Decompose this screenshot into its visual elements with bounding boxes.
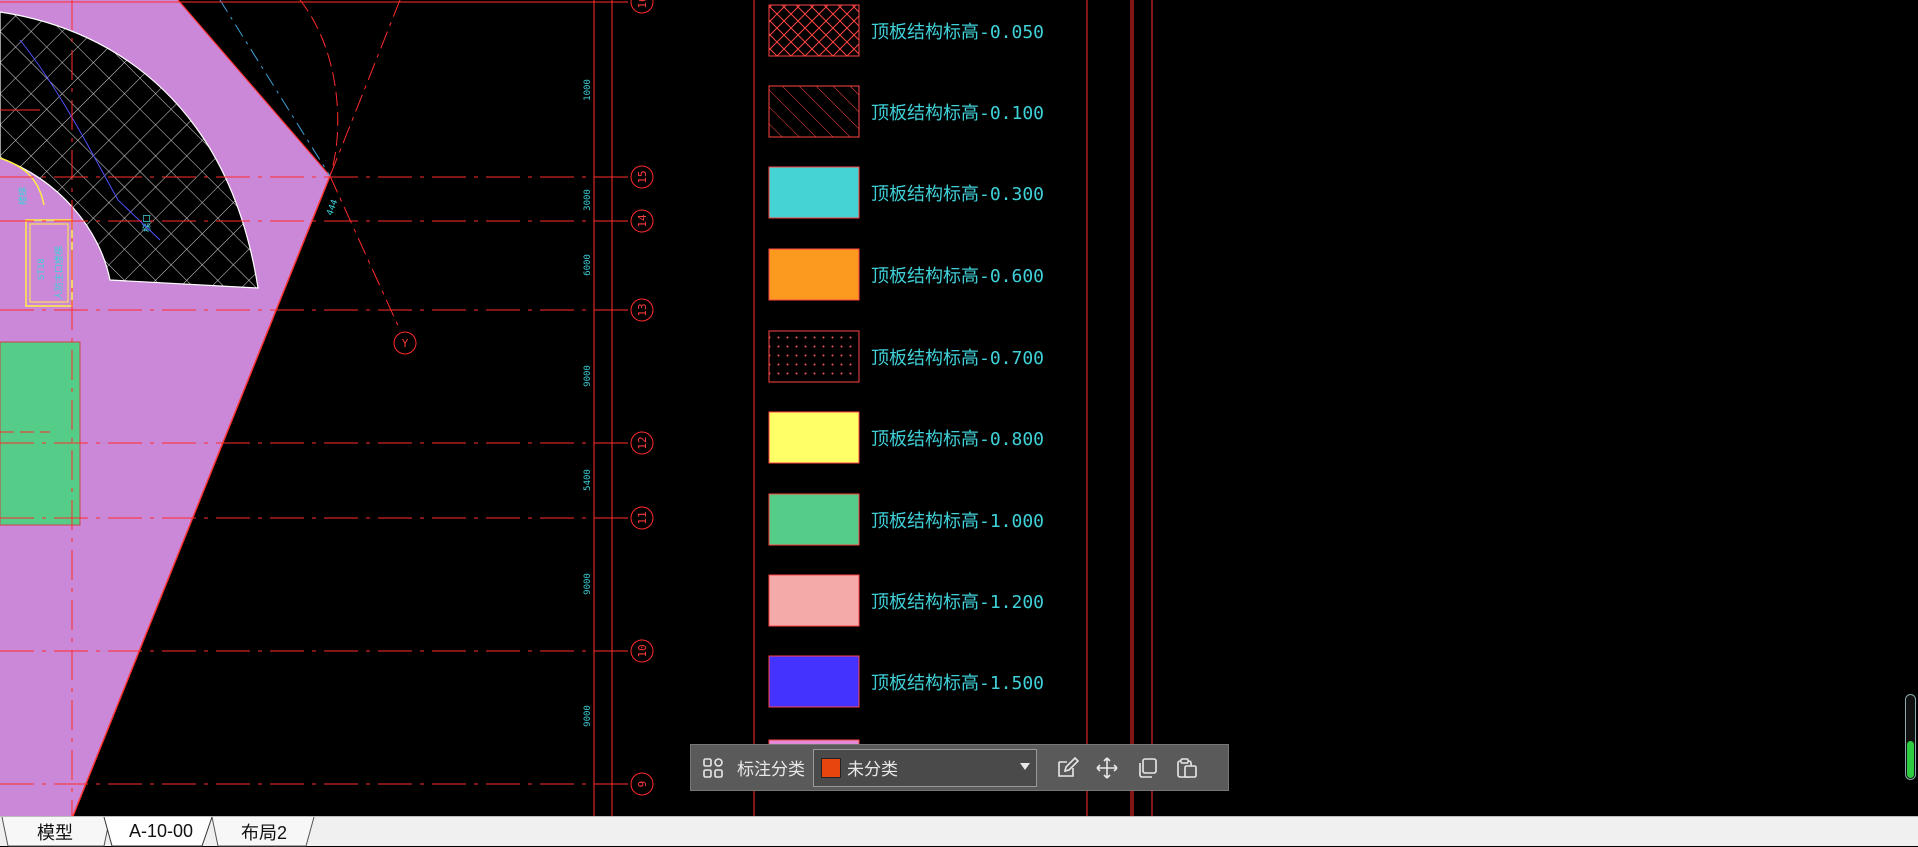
legend-swatch <box>768 330 860 383</box>
axis-bubble-16[interactable]: 16 <box>630 0 654 14</box>
dimension-texts: 1000 3000 6000 9000 5400 9000 9000 <box>583 79 593 727</box>
legend-swatch <box>768 411 860 464</box>
zoom-fill <box>1907 741 1914 778</box>
legend-swatch <box>768 574 860 627</box>
axis-bubble-13[interactable]: 13 <box>630 298 654 322</box>
drawing-canvas[interactable]: ST18 人防主口楼梯 楼梯 梯口 1000 3000 6000 9000 5400 90… <box>0 0 1918 816</box>
stair-note: 人防主口楼梯 <box>53 246 65 300</box>
legend-swatch <box>768 248 860 301</box>
chevron-down-icon <box>1020 762 1030 770</box>
axis-label: 13 <box>636 303 649 316</box>
axis-label: 11 <box>636 511 649 524</box>
legend-item: 顶板结构标高-1.000 <box>768 493 1044 546</box>
legend-item: 顶板结构标高-1.200 <box>768 574 1044 627</box>
stair-tag: ST18 <box>37 258 47 280</box>
legend-item: 顶板结构标高-0.300 <box>768 166 1044 219</box>
axis-bubble-9[interactable]: 9 <box>630 772 654 796</box>
dimension-text: 1000 <box>583 79 593 101</box>
annotation-toolbar: 标注分类 未分类 <box>690 744 1229 791</box>
legend-item: 顶板结构标高-1.500 <box>768 655 1044 708</box>
grid-icon[interactable] <box>695 750 731 786</box>
edit-icon[interactable] <box>1049 750 1085 786</box>
axis-label: 12 <box>636 436 649 449</box>
axis-bubble-10[interactable]: 10 <box>630 639 654 663</box>
copy-icon[interactable] <box>1129 750 1165 786</box>
category-value: 未分类 <box>847 760 898 780</box>
legend-label: 顶板结构标高-0.800 <box>871 429 1044 450</box>
dimension-text: 9000 <box>583 365 593 387</box>
category-color-swatch <box>821 757 841 778</box>
legend-label: 顶板结构标高-0.100 <box>871 103 1044 124</box>
slab-region-green <box>0 341 81 526</box>
paste-icon[interactable] <box>1169 750 1205 786</box>
legend-swatch <box>768 655 860 708</box>
legend-label: 顶板结构标高-1.200 <box>871 592 1044 613</box>
legend-swatch <box>768 166 860 219</box>
axis-bubble-15[interactable]: 15 <box>630 165 654 189</box>
dimension-lines <box>593 0 613 816</box>
dimension-text: 6000 <box>583 254 593 276</box>
legend-item: 顶板结构标高-0.600 <box>768 248 1044 301</box>
legend-label: 顶板结构标高-0.300 <box>871 184 1044 205</box>
zoom-indicator[interactable] <box>1905 694 1916 780</box>
axis-label: 14 <box>636 214 649 228</box>
annotation-category-label: 标注分类 <box>737 760 805 780</box>
legend-item: 顶板结构标高-0.050 <box>768 4 1044 57</box>
axis-label: 10 <box>636 644 649 657</box>
dimension-text: 3000 <box>583 189 593 211</box>
axis-bubble-y[interactable]: Y <box>393 331 417 355</box>
legend-label: 顶板结构标高-1.000 <box>871 511 1044 532</box>
tab-layout2[interactable]: 布局2 <box>228 817 300 846</box>
legend-swatch <box>768 85 860 138</box>
legend-label: 顶板结构标高-0.050 <box>871 22 1044 43</box>
axis-label: Y <box>402 337 409 350</box>
dimension-text: 9000 <box>583 705 593 727</box>
axis-bubble-14[interactable]: 14 <box>630 209 654 233</box>
axis-bubbles[interactable]: 16 15 14 13 12 11 10 9 Y <box>393 0 654 796</box>
legend-item: 顶板结构标高-0.100 <box>768 85 1044 138</box>
legend-swatch <box>768 493 860 546</box>
legend-item: 顶板结构标高-0.700 <box>768 330 1044 383</box>
side-note-1: 楼梯 <box>17 187 29 205</box>
dimension-text: 5400 <box>583 469 593 491</box>
move-icon[interactable] <box>1089 750 1125 786</box>
tab-model[interactable]: 模型 <box>20 817 90 846</box>
tab-a-10-00[interactable]: A-10-00 <box>116 817 206 846</box>
axis-label: 15 <box>636 170 649 183</box>
intersection-mark: 444 <box>325 198 340 217</box>
legend: 顶板结构标高-0.050 顶板结构标高-0.100 顶板结构标高-0.300 顶板结构… <box>768 4 1044 708</box>
axis-bubble-12[interactable]: 12 <box>630 431 654 455</box>
axis-bubble-11[interactable]: 11 <box>630 506 654 530</box>
legend-item: 顶板结构标高-0.800 <box>768 411 1044 464</box>
layout-tab-bar: 模型 A-10-00 布局2 <box>0 816 1918 847</box>
category-dropdown[interactable]: 未分类 <box>813 748 1037 787</box>
dimension-text: 9000 <box>583 573 593 595</box>
legend-label: 顶板结构标高-0.600 <box>871 266 1044 287</box>
axis-label: 16 <box>636 0 649 9</box>
legend-swatch <box>768 4 860 57</box>
axis-label: 9 <box>636 781 649 788</box>
legend-label: 顶板结构标高-1.500 <box>871 673 1044 694</box>
legend-label: 顶板结构标高-0.700 <box>871 348 1044 369</box>
